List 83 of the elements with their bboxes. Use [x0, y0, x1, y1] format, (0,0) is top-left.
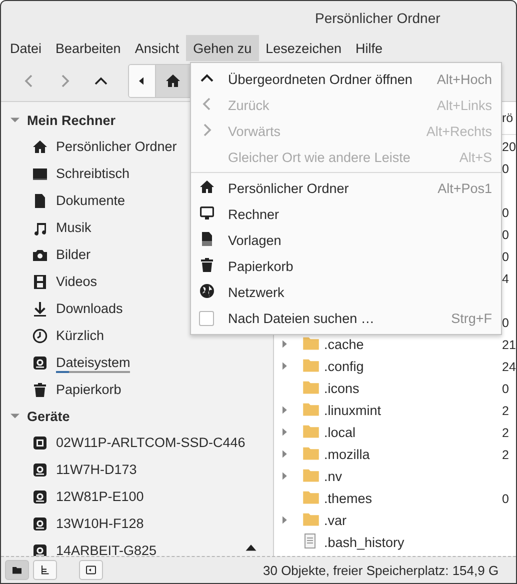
- menu-item[interactable]: Gehen zu: [186, 35, 259, 61]
- file-size: 0: [502, 206, 509, 220]
- menu-entry[interactable]: Übergeordneten Ordner öffnen Alt+Hoch: [191, 66, 501, 92]
- file-name[interactable]: .linuxmint: [324, 402, 382, 418]
- menu-item[interactable]: Ansicht: [128, 35, 186, 61]
- file-name[interactable]: .config: [324, 358, 364, 374]
- drive-icon: [32, 354, 48, 370]
- sidebar-item[interactable]: Downloads: [56, 301, 123, 316]
- menu-entry[interactable]: Papierkorb: [191, 253, 501, 279]
- file-size: 21: [502, 338, 516, 352]
- menu-entry[interactable]: Persönlicher Ordner Alt+Pos1: [191, 175, 501, 201]
- file-size: 0: [502, 162, 509, 176]
- window-title: Persönlicher Ordner: [315, 10, 440, 26]
- drive-icon: [32, 516, 48, 532]
- menu-entry[interactable]: Nach Dateien suchen … Strg+F: [191, 305, 501, 331]
- clock-icon: [32, 328, 48, 344]
- folder-icon: [11, 564, 23, 576]
- file-name[interactable]: .bash_history: [324, 534, 404, 550]
- menu-entry[interactable]: Vorlagen: [191, 227, 501, 253]
- text-file-icon: [302, 532, 318, 548]
- document-icon: [32, 192, 48, 208]
- film-icon: [32, 274, 48, 290]
- download-arrow-icon: [32, 300, 48, 316]
- menu-item[interactable]: Lesezeichen: [258, 35, 348, 61]
- home-icon: [199, 178, 215, 194]
- file-name[interactable]: .nv: [324, 468, 342, 484]
- sidebar-item[interactable]: 02W11P-ARLTCOM-SSD-C446: [56, 435, 246, 450]
- sidebar-item[interactable]: Videos: [56, 274, 98, 289]
- menu-item[interactable]: Hilfe: [348, 35, 390, 61]
- sidebar-item[interactable]: Dateisystem: [56, 355, 130, 370]
- sidebar-toggle-button[interactable]: [79, 560, 103, 580]
- menu-entry[interactable]: Rechner: [191, 201, 501, 227]
- file-name[interactable]: .mozilla: [324, 446, 370, 462]
- file-size: 2: [502, 448, 509, 462]
- file-name[interactable]: .themes: [324, 490, 372, 506]
- sidebar-item[interactable]: Musik: [56, 220, 92, 235]
- menu-entry[interactable]: Netzwerk: [191, 279, 501, 305]
- column-header[interactable]: rö: [502, 111, 516, 125]
- file-size: 4: [502, 272, 509, 286]
- file-size: 0: [502, 228, 509, 242]
- sidebar-item[interactable]: 14ARBEIT-G825: [56, 543, 157, 556]
- file-name[interactable]: .var: [324, 512, 347, 528]
- home-icon: [165, 73, 181, 89]
- drive-icon: [32, 488, 48, 504]
- file-size: 0: [502, 382, 509, 396]
- sidebar-item[interactable]: Persönlicher Ordner: [56, 139, 177, 154]
- sidebar-item[interactable]: 13W10H-F128: [56, 516, 144, 531]
- checkbox[interactable]: [199, 310, 214, 326]
- status-text: 30 Objekte, freier Speicherplatz: 154,9 G: [263, 562, 499, 578]
- section-header: Mein Rechner: [27, 112, 116, 128]
- menu-item[interactable]: Bearbeiten: [48, 35, 128, 61]
- sidebar-panel-icon: [85, 564, 97, 576]
- tree-view-button[interactable]: [33, 560, 57, 580]
- sidebar-item[interactable]: Bilder: [56, 247, 91, 262]
- file-name[interactable]: .cache: [324, 336, 364, 352]
- places-view-button[interactable]: [5, 560, 29, 580]
- desktop-icon: [32, 166, 48, 182]
- sidebar-item[interactable]: Schreibtisch: [56, 166, 130, 181]
- file-size: 0: [502, 492, 509, 506]
- file-name[interactable]: .icons: [324, 380, 360, 396]
- menu-item[interactable]: Datei: [3, 35, 49, 61]
- sidebar-item[interactable]: Dokumente: [56, 193, 126, 208]
- file-size: 0: [502, 316, 509, 330]
- ssd-icon: [32, 434, 48, 450]
- drive-icon: [32, 462, 48, 478]
- tree-icon: [39, 564, 51, 576]
- template-document-icon: [199, 230, 215, 246]
- globe-icon: [199, 282, 215, 298]
- sidebar-item[interactable]: Papierkorb: [56, 382, 122, 397]
- file-size: 2: [502, 404, 509, 418]
- file-size: 20: [502, 140, 516, 154]
- monitor-icon: [199, 204, 215, 220]
- trash-icon: [32, 382, 48, 398]
- sidebar-item[interactable]: 12W81P-E100: [56, 489, 144, 504]
- sidebar-item[interactable]: 11W7H-D173: [56, 462, 137, 477]
- file-size: 0: [502, 250, 509, 264]
- trash-icon: [199, 256, 215, 272]
- file-size: 24: [502, 360, 516, 374]
- sidebar-item[interactable]: Kürzlich: [56, 328, 104, 343]
- home-icon: [32, 138, 48, 154]
- section-header: Geräte: [27, 408, 70, 424]
- file-size: 2: [502, 426, 509, 440]
- file-name[interactable]: .local: [324, 424, 356, 440]
